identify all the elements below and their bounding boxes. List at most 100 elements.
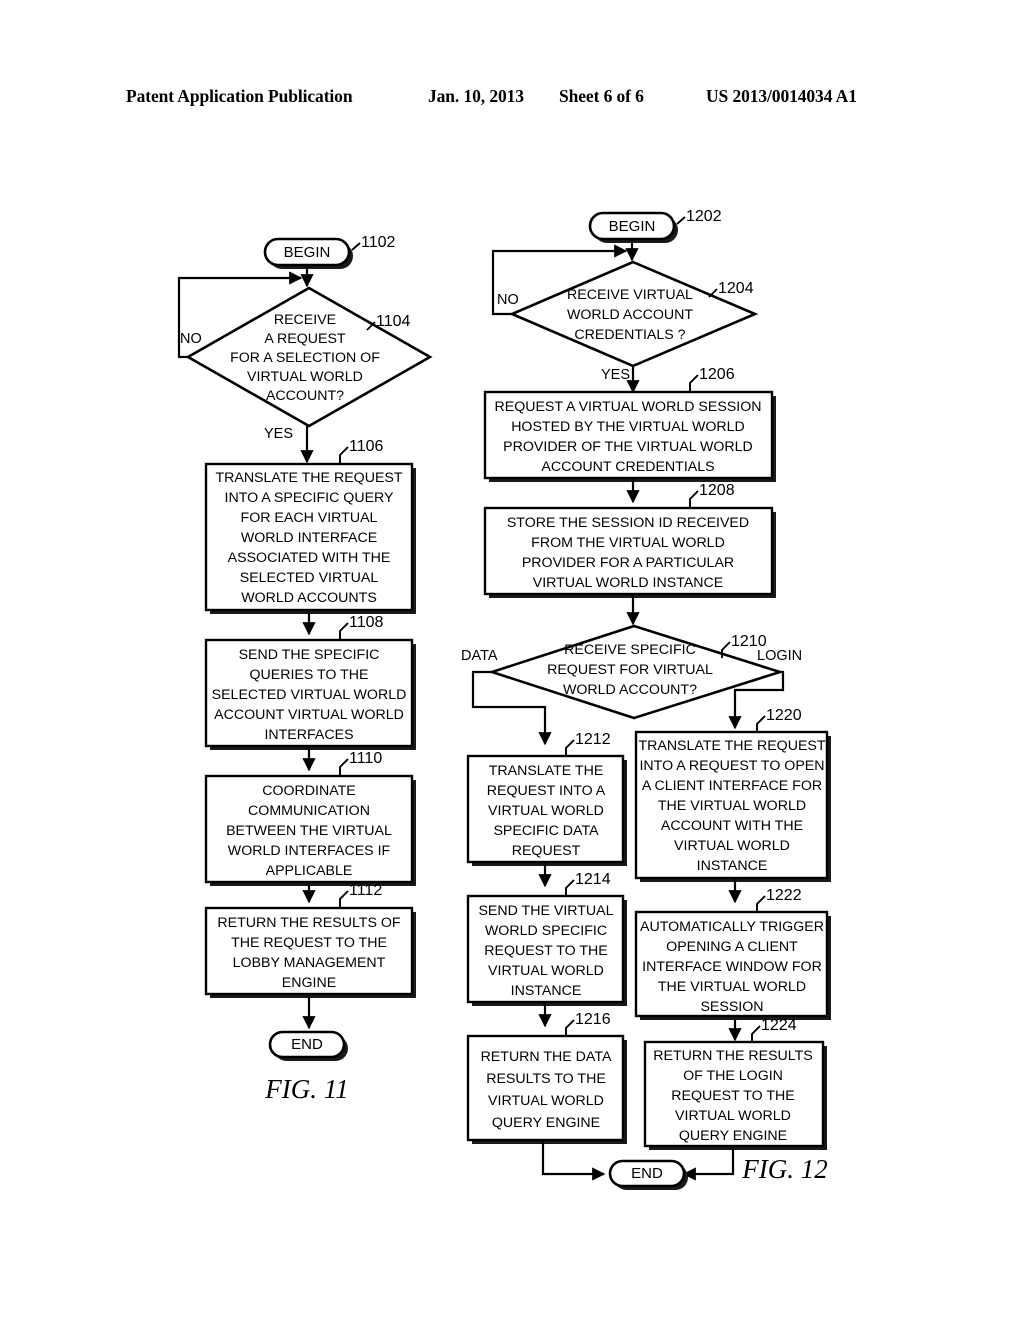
fig11-step-1110: COORDINATE COMMUNICATION BETWEEN THE VIR… [204, 774, 416, 886]
fig12-step-line: SPECIFIC DATA [493, 823, 599, 839]
fig11-step-line: SEND THE SPECIFIC [239, 647, 380, 663]
fig11-step-line: ASSOCIATED WITH THE [228, 550, 391, 566]
fig12-ref-1204: 1204 [718, 280, 754, 297]
fig11-step-line: TRANSLATE THE REQUEST [215, 470, 402, 486]
fig12-step-line: TRANSLATE THE REQUEST [638, 738, 825, 754]
fig12-step-line: SEND THE VIRTUAL [478, 903, 613, 919]
fig12-decision-line: WORLD ACCOUNT? [563, 682, 697, 698]
fig12-ref-1220: 1220 [766, 707, 802, 724]
fig11-ref-1110: 1110 [349, 750, 382, 767]
fig11-caption: FIG. 11 [264, 1074, 348, 1104]
fig12-begin-label: BEGIN [609, 218, 656, 235]
fig12-step-line: REQUEST A VIRTUAL WORLD SESSION [494, 399, 761, 415]
fig12-step-line: THE VIRTUAL WORLD [658, 798, 806, 814]
fig12-caption: FIG. 12 [741, 1154, 827, 1184]
fig12-ref-1206: 1206 [699, 366, 735, 383]
fig12-step-line: QUERY ENGINE [679, 1128, 787, 1144]
fig12-branch-data: DATA [461, 648, 498, 664]
header-publication: Patent Application Publication [126, 86, 353, 106]
fig12-end-node: END [608, 1159, 688, 1190]
fig12-step-line: VIRTUAL WORLD INSTANCE [533, 575, 724, 591]
fig11-decision-line: FOR A SELECTION OF [230, 350, 380, 366]
fig12-step-1220: TRANSLATE THE REQUEST INTO A REQUEST TO … [634, 730, 831, 882]
fig12-step-line: A CLIENT INTERFACE FOR [642, 778, 822, 794]
fig12-step-line: RESULTS TO THE [486, 1071, 606, 1087]
fig12-step-line: RETURN THE DATA [481, 1049, 612, 1065]
fig12-step-line: PROVIDER FOR A PARTICULAR [522, 555, 734, 571]
fig11-step-1106: TRANSLATE THE REQUEST INTO A SPECIFIC QU… [204, 462, 416, 614]
fig11-step-line: BETWEEN THE VIRTUAL [226, 823, 392, 839]
fig12-step-line: WORLD SPECIFIC [485, 923, 607, 939]
fig11-decision-line: RECEIVE [274, 312, 336, 328]
figure-12: BEGIN 1202 NO RECEIVE VIRTUAL WORLD ACCO… [461, 208, 831, 1190]
fig12-decision-line: RECEIVE SPECIFIC [564, 642, 696, 658]
fig11-step-line: QUERIES TO THE [249, 667, 368, 683]
fig12-step-line: STORE THE SESSION ID RECEIVED [507, 515, 749, 531]
fig12-step-line: AUTOMATICALLY TRIGGER [640, 919, 824, 935]
fig12-decision-line: REQUEST FOR VIRTUAL [547, 662, 713, 678]
fig12-step-line: VIRTUAL WORLD [675, 1108, 791, 1124]
fig12-decision-line: WORLD ACCOUNT [567, 307, 693, 323]
fig12-ref-1224: 1224 [761, 1017, 797, 1034]
fig11-step-line: LOBBY MANAGEMENT [233, 955, 386, 971]
fig11-step-line: WORLD INTERFACE [241, 530, 377, 546]
fig12-step-line: TRANSLATE THE [489, 763, 604, 779]
fig12-step-line: INTO A REQUEST TO OPEN [639, 758, 824, 774]
fig11-step-line: COORDINATE [262, 783, 356, 799]
fig12-ref-1208: 1208 [699, 482, 735, 499]
fig12-ref-1214: 1214 [575, 871, 611, 888]
fig12-step-line: VIRTUAL WORLD [488, 963, 604, 979]
fig11-step-line: ENGINE [282, 975, 336, 991]
fig12-decision-line: RECEIVE VIRTUAL [567, 287, 693, 303]
fig12-branch-yes: YES [601, 367, 630, 383]
fig11-ref-1104: 1104 [376, 313, 411, 330]
fig11-step-line: FOR EACH VIRTUAL [241, 510, 378, 526]
fig12-step-line: HOSTED BY THE VIRTUAL WORLD [511, 419, 745, 435]
fig11-decision-line: VIRTUAL WORLD [247, 369, 363, 385]
fig11-step-line: INTERFACES [264, 727, 353, 743]
fig11-begin-node: BEGIN [263, 237, 353, 269]
fig11-ref-1112: 1112 [349, 882, 382, 899]
fig12-step-line: SESSION [700, 999, 763, 1015]
fig12-step-line: REQUEST [512, 843, 581, 859]
fig11-ref-1106: 1106 [349, 438, 384, 455]
fig11-step-line: SELECTED VIRTUAL [240, 570, 379, 586]
fig11-ref-1108: 1108 [349, 614, 384, 631]
fig12-step-line: VIRTUAL WORLD [674, 838, 790, 854]
header-sheet-number: Sheet 6 of 6 [559, 86, 644, 106]
fig12-step-line: REQUEST TO THE [671, 1088, 795, 1104]
fig11-decision-line: ACCOUNT? [266, 388, 344, 404]
fig12-step-line: REQUEST INTO A [487, 783, 606, 799]
fig12-step-line: THE VIRTUAL WORLD [658, 979, 806, 995]
fig12-begin-node: BEGIN [588, 211, 678, 243]
fig12-step-line: PROVIDER OF THE VIRTUAL WORLD [503, 439, 753, 455]
fig12-step-1222: AUTOMATICALLY TRIGGER OPENING A CLIENT I… [634, 910, 831, 1020]
patent-drawing-sheet: Patent Application Publication Jan. 10, … [0, 0, 1024, 1320]
fig12-ref-1216: 1216 [575, 1011, 611, 1028]
fig11-decision-line: A REQUEST [264, 331, 346, 347]
fig11-step-line: WORLD INTERFACES IF [228, 843, 391, 859]
fig11-step-line: ACCOUNT VIRTUAL WORLD [214, 707, 404, 723]
fig11-step-line: APPLICABLE [266, 863, 353, 879]
fig12-step-1206: REQUEST A VIRTUAL WORLD SESSION HOSTED B… [483, 390, 776, 482]
figure-11: BEGIN 1102 NO RECEIVE A REQUEST FOR A SE… [177, 234, 433, 1104]
fig11-branch-yes: YES [264, 426, 293, 442]
fig11-step-line: SELECTED VIRTUAL WORLD [212, 687, 407, 703]
fig11-step-line: COMMUNICATION [248, 803, 370, 819]
fig12-step-line: OF THE LOGIN [683, 1068, 783, 1084]
fig12-step-1212: TRANSLATE THE REQUEST INTO A VIRTUAL WOR… [466, 754, 627, 866]
fig11-step-1108: SEND THE SPECIFIC QUERIES TO THE SELECTE… [204, 638, 416, 750]
fig12-ref-1202: 1202 [686, 208, 722, 225]
header-date: Jan. 10, 2013 [428, 86, 524, 106]
fig11-step-line: THE REQUEST TO THE [231, 935, 387, 951]
fig11-end-label: END [291, 1036, 323, 1053]
fig12-step-line: ACCOUNT CREDENTIALS [541, 459, 714, 475]
fig11-begin-label: BEGIN [284, 244, 331, 261]
fig12-decision-1204: RECEIVE VIRTUAL WORLD ACCOUNT CREDENTIAL… [508, 260, 759, 368]
fig12-ref-1222: 1222 [766, 887, 802, 904]
fig12-step-line: OPENING A CLIENT [666, 939, 798, 955]
fig11-step-line: INTO A SPECIFIC QUERY [225, 490, 395, 506]
fig12-step-line: QUERY ENGINE [492, 1115, 600, 1131]
fig11-decision-1104: RECEIVE A REQUEST FOR A SELECTION OF VIR… [185, 286, 433, 428]
fig12-step-line: RETURN THE RESULTS [653, 1048, 813, 1064]
